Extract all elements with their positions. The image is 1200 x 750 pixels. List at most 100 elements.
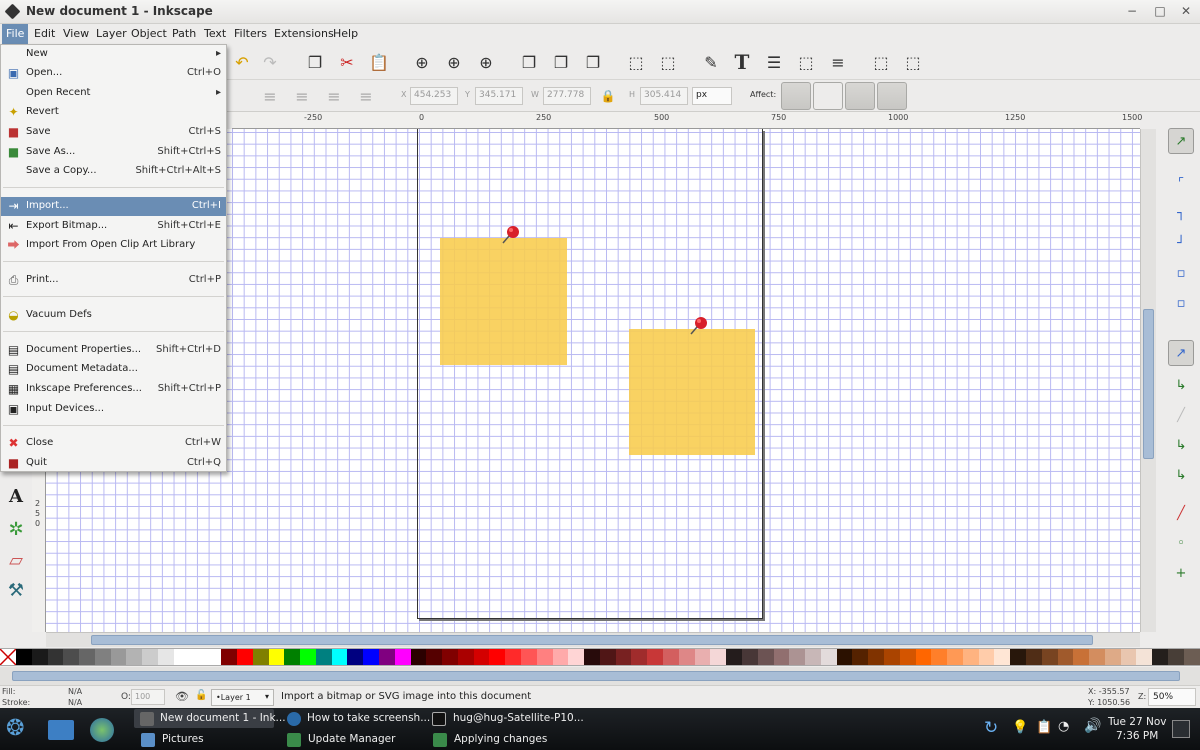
wifi-icon[interactable]: ◔ [1058,719,1069,734]
menu-item-export-bitmap[interactable]: ⇤ Export Bitmap... Shift+Ctrl+E [1,217,226,236]
group-icon[interactable]: ⬚ [624,50,648,74]
snap-intersections-icon[interactable]: ╱ [1170,404,1192,426]
opacity-field[interactable]: 100 [131,689,165,705]
color-swatch[interactable] [94,649,111,665]
menu-item-print[interactable]: ⎙ Print... Ctrl+P [1,271,226,290]
text-font-icon[interactable]: T [730,50,754,74]
color-swatch[interactable] [1073,649,1090,665]
affect-patterns-toggle[interactable] [877,82,907,110]
align-icon[interactable]: ≡ [322,84,346,108]
color-swatch[interactable] [473,649,490,665]
align-icon[interactable]: ≡ [258,84,282,108]
snap-smooth-nodes-icon[interactable]: ↳ [1170,464,1192,486]
lock-icon[interactable]: 🔒 [596,84,620,108]
taskbar-window[interactable]: Pictures [162,733,204,745]
color-swatch[interactable] [79,649,95,665]
snap-bbox-edge-icon[interactable]: ┐ [1170,202,1192,224]
menu-object[interactable]: Object [131,27,167,40]
xml-editor-icon[interactable]: ⬚ [794,50,818,74]
color-swatch[interactable] [1104,649,1121,665]
affect-corners-toggle[interactable] [813,82,843,110]
start-menu-icon[interactable]: ❂ [6,716,24,741]
color-swatch[interactable] [536,649,553,665]
color-swatch[interactable] [694,649,711,665]
zoom-selection-icon[interactable]: ⊕ [410,50,434,74]
menu-item-save-a-copy[interactable]: Save a Copy... Shift+Ctrl+Alt+S [1,162,226,181]
menu-item-close[interactable]: ✖ Close Ctrl+W [1,434,226,453]
affect-gradients-toggle[interactable] [845,82,875,110]
clipboard-icon[interactable]: 📋 [1036,720,1052,735]
preferences-toolbar-icon[interactable]: ⬚ [869,50,893,74]
color-swatch[interactable] [868,649,884,665]
horizontal-scroll-thumb[interactable] [91,635,1093,645]
fill-stroke-icon[interactable]: ✎ [699,50,723,74]
color-swatch[interactable] [315,649,332,665]
color-swatch[interactable] [1010,649,1026,665]
menu-view[interactable]: View [63,27,89,40]
zoom-field[interactable]: 50% [1148,688,1196,706]
color-swatch[interactable] [173,649,190,665]
document-properties-toolbar-icon[interactable]: ⬚ [901,50,925,74]
color-swatch[interactable] [631,649,648,665]
palette-scrollbar[interactable] [0,667,1200,685]
color-swatch[interactable] [189,649,206,665]
color-swatch[interactable] [1057,649,1074,665]
taskbar-window[interactable]: How to take screensh... [307,712,430,724]
menu-item-revert[interactable]: ✦ Revert [1,103,226,122]
color-swatch[interactable] [931,649,948,665]
lightbulb-icon[interactable]: 💡 [1012,720,1028,735]
color-swatch[interactable] [63,649,80,665]
color-swatch[interactable] [378,649,395,665]
color-swatch[interactable] [268,649,285,665]
sticky-note[interactable] [440,238,567,365]
color-swatch[interactable] [158,649,174,665]
menu-item-import[interactable]: ⇥ Import... Ctrl+I [1,197,226,216]
color-swatch[interactable] [663,649,679,665]
color-swatch[interactable] [805,649,821,665]
spray-tool-icon[interactable]: ✲ [4,517,28,541]
lock-layer-icon[interactable]: 🔓 [195,690,207,701]
h-field[interactable]: 305.414 [640,87,688,105]
menu-file[interactable]: File [2,24,29,44]
ungroup-icon[interactable]: ⬚ [656,50,680,74]
sticky-note[interactable] [629,329,755,455]
volume-icon[interactable]: 🔊 [1084,718,1101,734]
menu-item-open[interactable]: ▣ Open... Ctrl+O [1,64,226,83]
undo-icon[interactable]: ↶ [230,50,254,74]
menu-item-import-clipart[interactable]: ⮕ Import From Open Clip Art Library [1,236,226,255]
redo-icon[interactable]: ↷ [258,50,282,74]
color-swatch[interactable] [1026,649,1042,665]
menu-item-inkscape-preferences[interactable]: ▦ Inkscape Preferences... Shift+Ctrl+P [1,380,226,399]
layers-icon[interactable]: ☰ [762,50,786,74]
unit-select[interactable]: px [692,87,732,105]
menu-item-document-metadata[interactable]: ▤ Document Metadata... [1,360,226,379]
close-window-button[interactable]: ✕ [1178,4,1194,18]
color-swatch[interactable] [521,649,537,665]
color-swatch[interactable] [205,649,222,665]
snap-nodes-icon[interactable]: ↗ [1168,340,1194,366]
color-swatch[interactable] [1089,649,1105,665]
color-swatch[interactable] [284,649,301,665]
snap-bbox-midpoint-icon[interactable]: ▫ [1170,262,1192,284]
vertical-scrollbar[interactable] [1140,129,1156,632]
palette-scroll-thumb[interactable] [12,671,1180,681]
snap-line-midpoints-icon[interactable]: ╱ [1170,502,1192,524]
color-swatch[interactable] [915,649,932,665]
color-swatch[interactable] [552,649,569,665]
color-swatch[interactable] [820,649,837,665]
color-swatch[interactable] [599,649,616,665]
y-field[interactable]: 345.171 [475,87,523,105]
color-swatch[interactable] [16,649,32,665]
menu-extensions[interactable]: Extensions [274,27,334,40]
workspace-switcher[interactable] [1172,720,1190,738]
horizontal-scrollbar[interactable] [46,632,1140,647]
zoom-drawing-icon[interactable]: ⊕ [442,50,466,74]
color-swatch[interactable] [852,649,869,665]
color-swatch[interactable] [789,649,806,665]
color-swatch[interactable] [347,649,364,665]
color-swatch[interactable] [836,649,853,665]
menu-item-save-as[interactable]: ■ Save As... Shift+Ctrl+S [1,143,226,162]
color-swatch[interactable] [978,649,995,665]
color-swatch[interactable] [962,649,979,665]
paste-icon[interactable]: 📋 [367,50,391,74]
